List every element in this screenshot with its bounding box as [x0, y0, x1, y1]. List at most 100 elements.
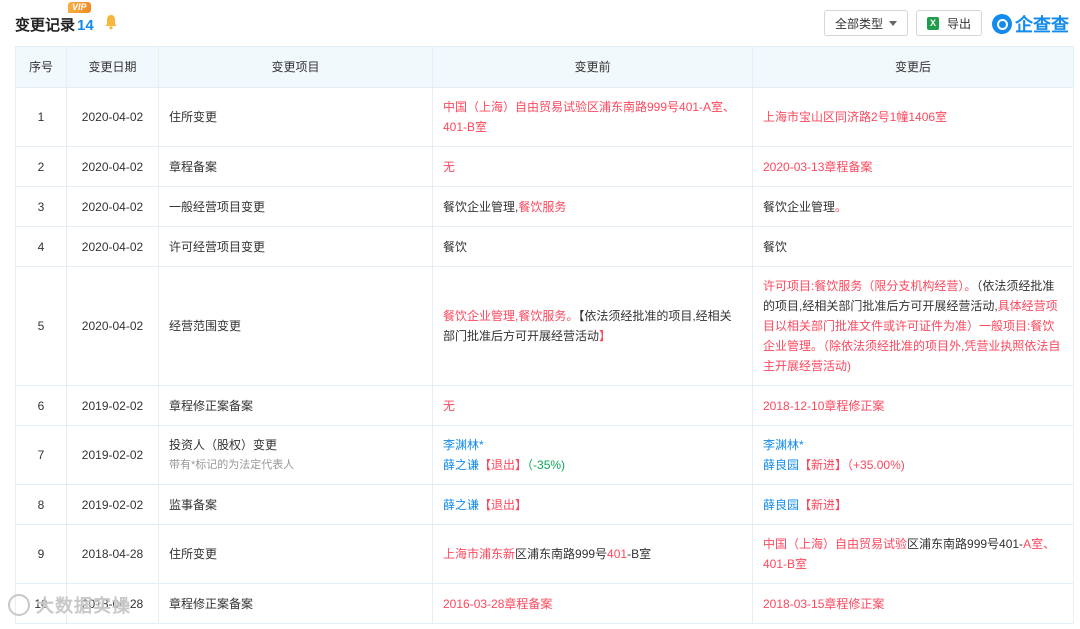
cell-line: 薛良园【新进】（+35.00%) — [763, 455, 1063, 475]
change-item-label: 章程修正案备案 — [169, 398, 254, 413]
cell-line: 上海市浦东新区浦东南路999号401-B室 — [443, 544, 742, 564]
cell-text: 无 — [443, 398, 456, 413]
cell-text: A — [1023, 537, 1032, 551]
change-item: 经营范围变更 — [158, 266, 433, 386]
table-body: 1 2020-04-02 住所变更 中国（上海）自由贸易试验区浦东南路999号401-… — [15, 87, 1074, 624]
person-link[interactable]: 李渊林* — [443, 438, 484, 452]
value-after: 餐饮 — [752, 226, 1074, 267]
value-before: 薛之谦【退出】 — [432, 484, 753, 525]
section-title-text: 变更记录 — [15, 17, 76, 34]
col-header-after: 变更后 — [752, 46, 1074, 88]
cell-text: 【新进】 — [799, 458, 848, 472]
col-header-no: 序号 — [15, 46, 67, 88]
change-item-label: 许可经营项目变更 — [169, 239, 266, 254]
cell-text: 餐饮服务 — [518, 199, 567, 214]
value-before: 餐饮 — [432, 226, 753, 267]
export-button[interactable]: X 导出 — [916, 10, 982, 36]
cell-line: 餐饮 — [763, 237, 1063, 257]
record-count: 14 — [77, 17, 94, 34]
table-row: 6 2019-02-02 章程修正案备案 无 2018-12-10章程修正案 — [15, 385, 1074, 426]
caret-down-icon — [889, 20, 897, 26]
col-header-date: 变更日期 — [66, 46, 159, 88]
cell-line: 中国（上海）自由贸易试验区浦东南路999号401-A室、401-B室 — [443, 97, 742, 137]
type-filter-dropdown[interactable]: 全部类型 — [824, 10, 908, 36]
export-label: 导出 — [946, 16, 971, 31]
cell-text: 无 — [443, 159, 456, 174]
row-number: 9 — [15, 524, 67, 584]
value-after: 李渊林* 薛良园【新进】（+35.00%) — [752, 425, 1074, 485]
table-row: 1 2020-04-02 住所变更 中国（上海）自由贸易试验区浦东南路999号401-… — [15, 87, 1074, 147]
value-before: 中国（上海）自由贸易试验区浦东南路999号401-A室、401-B室 — [432, 87, 753, 147]
watermark-logo-icon — [8, 594, 30, 616]
change-date: 2019-02-02 — [66, 385, 159, 426]
person-link[interactable]: 薛之谦 — [443, 458, 479, 472]
cell-text: 餐饮企业管理, — [443, 199, 519, 214]
table-row: 5 2020-04-02 经营范围变更 餐饮企业管理,餐饮服务。【依法须经批准的项目,… — [15, 266, 1074, 386]
table-header-row: 序号 变更日期 变更项目 变更前 变更后 — [15, 46, 1074, 88]
row-number: 7 — [15, 425, 67, 485]
cell-line: 上海市宝山区同济路2号1幢1406室 — [763, 107, 1063, 127]
logo-text: 企查查 — [1015, 15, 1069, 35]
table-row: 3 2020-04-02 一般经营项目变更 餐饮企业管理,餐饮服务 餐饮企业管理。 — [15, 186, 1074, 227]
qichacha-logo: 企查查 — [992, 11, 1069, 37]
value-after: 上海市宝山区同济路2号1幢1406室 — [752, 87, 1074, 147]
value-before: 餐饮企业管理,餐饮服务。【依法须经批准的项目,经相关部门批准后方可开展经营活动】 — [432, 266, 753, 386]
bell-icon[interactable] — [104, 14, 118, 30]
cell-line: 无 — [443, 157, 742, 177]
row-number: 2 — [15, 146, 67, 187]
col-header-item: 变更项目 — [158, 46, 433, 88]
cell-text: 。 — [835, 199, 848, 214]
change-item-label: 章程备案 — [169, 159, 218, 174]
cell-line: 许可项目:餐饮服务（限分支机构经营）。（依法须经批准的项目,经相关部门批准后方可… — [763, 276, 1063, 376]
cell-text: 2020-03-13章程备案 — [763, 159, 873, 174]
person-link[interactable]: 薛之谦 — [443, 498, 479, 512]
qichacha-logo-icon — [992, 14, 1012, 34]
cell-text: 上海市宝山区同济路2号1幢1406室 — [763, 110, 948, 124]
cell-text: 【新进】 — [799, 497, 848, 512]
change-date: 2019-02-02 — [66, 425, 159, 485]
change-item-label: 投资人（股权）变更 — [169, 438, 278, 452]
table-row: 10 2018-04-28 章程修正案备案 2016-03-28章程备案 2018-03… — [15, 583, 1074, 624]
cell-line: 薛之谦【退出】（-35%) — [443, 455, 742, 475]
cell-text: 2016-03-28章程备案 — [443, 596, 553, 611]
value-after: 许可项目:餐饮服务（限分支机构经营）。（依法须经批准的项目,经相关部门批准后方可… — [752, 266, 1074, 386]
change-date: 2018-04-28 — [66, 524, 159, 584]
value-after: 2020-03-13章程备案 — [752, 146, 1074, 187]
table-row: 4 2020-04-02 许可经营项目变更 餐饮 餐饮 — [15, 226, 1074, 267]
cell-text: 餐饮 — [763, 239, 788, 254]
cell-text: 区浦东南路999号401- — [907, 537, 1024, 551]
cell-text: 】 — [599, 329, 612, 343]
person-link[interactable]: 薛良园 — [763, 498, 799, 512]
change-item-label: 监事备案 — [169, 497, 218, 512]
cell-text: 许可项目:餐饮服务（限分支机构经营）。 — [763, 279, 977, 293]
change-date: 2020-04-02 — [66, 87, 159, 147]
value-before: 无 — [432, 385, 753, 426]
cell-line: 2020-03-13章程备案 — [763, 157, 1063, 177]
watermark-text: 大数据实操 — [36, 596, 131, 616]
change-records-table: 序号 变更日期 变更项目 变更前 变更后 1 2020-04-02 住所变更 中国（上… — [15, 46, 1074, 624]
cell-line: 2018-03-15章程修正案 — [763, 594, 1063, 614]
change-date: 2020-04-02 — [66, 266, 159, 386]
change-item-note: 带有*标记的为法定代表人 — [169, 459, 295, 471]
cell-line: 餐饮企业管理,餐饮服务 — [443, 197, 742, 217]
watermark: 大数据实操 — [8, 592, 131, 618]
cell-text: 餐饮企业管理,餐饮服务。 — [443, 309, 579, 323]
cell-line: 薛之谦【退出】 — [443, 495, 742, 515]
value-after: 2018-12-10章程修正案 — [752, 385, 1074, 426]
section-title: 变更记录 14 — [15, 14, 94, 35]
table-row: 7 2019-02-02 投资人（股权）变更 带有*标记的为法定代表人 李渊林* 薛之谦【… — [15, 425, 1074, 485]
person-link[interactable]: 李渊林* — [763, 438, 804, 452]
value-after: 餐饮企业管理。 — [752, 186, 1074, 227]
table-row: 9 2018-04-28 住所变更 上海市浦东新区浦东南路999号401-B室 中国（上… — [15, 524, 1074, 584]
cell-text: 上海市浦东新 — [443, 547, 516, 561]
cell-line: 餐饮企业管理。 — [763, 197, 1063, 217]
cell-text: 2018-12-10章程修正案 — [763, 398, 885, 413]
row-number: 3 — [15, 186, 67, 227]
person-link[interactable]: 薛良园 — [763, 458, 799, 472]
cell-text: （+35.00%) — [847, 458, 905, 472]
change-item: 许可经营项目变更 — [158, 226, 433, 267]
cell-text: 401 — [607, 547, 628, 561]
row-number: 8 — [15, 484, 67, 525]
section-header: 变更记录 14 VIP 全部类型 X 导出 企查查 — [0, 0, 1080, 46]
value-before: 2016-03-28章程备案 — [432, 583, 753, 624]
